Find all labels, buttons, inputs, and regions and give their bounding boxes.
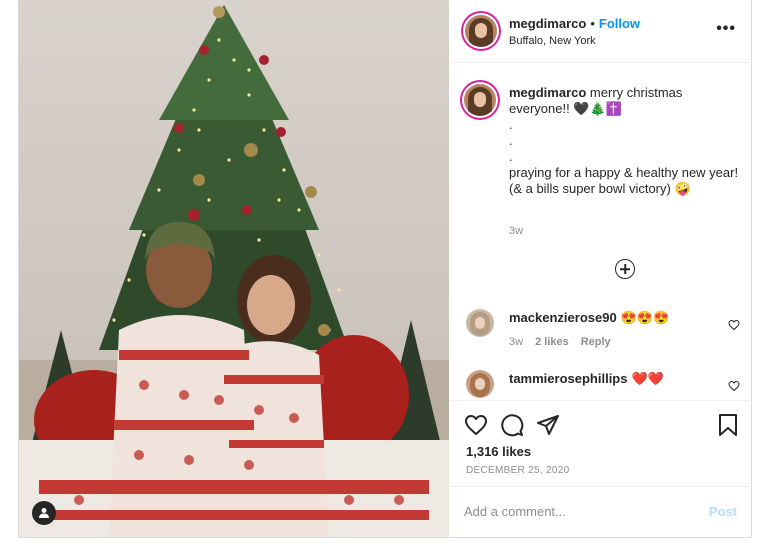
user-icon (39, 508, 49, 518)
post-comment-button[interactable]: Post (709, 504, 737, 519)
comment-time: 3w (509, 336, 524, 348)
comment-username[interactable]: mackenzierose90 (509, 310, 617, 325)
author-username[interactable]: megdimarco (509, 16, 586, 31)
post-photo[interactable] (19, 0, 449, 537)
tagged-users-button[interactable] (32, 501, 56, 525)
commenter-avatar[interactable] (466, 309, 494, 337)
load-more-comments-icon[interactable] (615, 259, 635, 279)
post-header: megdimarco • Follow Buffalo, New York ••• (450, 0, 752, 63)
christmas-photo (19, 0, 449, 537)
add-comment-bar: Post (450, 486, 752, 539)
post-location[interactable]: Buffalo, New York (509, 35, 596, 47)
comment-item: tammierosephillips ❤️❤️ (450, 370, 752, 400)
post-side-panel: megdimarco • Follow Buffalo, New York ••• … (450, 0, 752, 538)
follow-button[interactable]: Follow (599, 16, 640, 31)
caption-text: megdimarco merry christmas everyone!! 🖤🎄… (509, 85, 739, 197)
comment-meta: 3w 2 likes Reply (509, 336, 623, 348)
post-modal: megdimarco • Follow Buffalo, New York ••• … (18, 0, 752, 538)
follow-separator: • (590, 16, 595, 31)
add-comment-input[interactable] (464, 499, 684, 523)
commenter-avatar[interactable] (466, 370, 494, 398)
comment-line: mackenzierose90 😍😍😍 (509, 310, 669, 326)
post-actions: 1,316 likes DECEMBER 25, 2020 Post (450, 400, 752, 538)
more-dots-icon[interactable]: ••• (716, 21, 736, 37)
comment-likes[interactable]: 2 likes (535, 336, 569, 348)
comment-line: tammierosephillips ❤️❤️ (509, 371, 664, 387)
comment-like-heart-icon[interactable] (728, 380, 740, 392)
bookmark-icon[interactable] (716, 413, 740, 437)
share-icon[interactable] (536, 413, 560, 437)
author-avatar[interactable] (465, 15, 497, 47)
caption-body: merry christmas everyone!! 🖤🎄✝️ . . . pr… (509, 85, 739, 196)
reply-button[interactable]: Reply (581, 336, 611, 348)
caption-username[interactable]: megdimarco (509, 85, 586, 100)
comment-like-heart-icon[interactable] (728, 319, 740, 331)
caption-time: 3w (509, 225, 524, 237)
caption-avatar[interactable] (464, 84, 496, 116)
likes-count[interactable]: 1,316 likes (466, 444, 531, 459)
author-line: megdimarco • Follow (509, 16, 640, 31)
post-date: DECEMBER 25, 2020 (466, 465, 570, 476)
comment-text: ❤️❤️ (631, 371, 664, 386)
comment-item: mackenzierose90 😍😍😍 3w 2 likes Reply (450, 309, 752, 369)
comment-username[interactable]: tammierosephillips (509, 371, 627, 386)
comment-icon[interactable] (500, 413, 524, 437)
comment-text: 😍😍😍 (620, 310, 670, 325)
heart-icon[interactable] (464, 413, 488, 437)
